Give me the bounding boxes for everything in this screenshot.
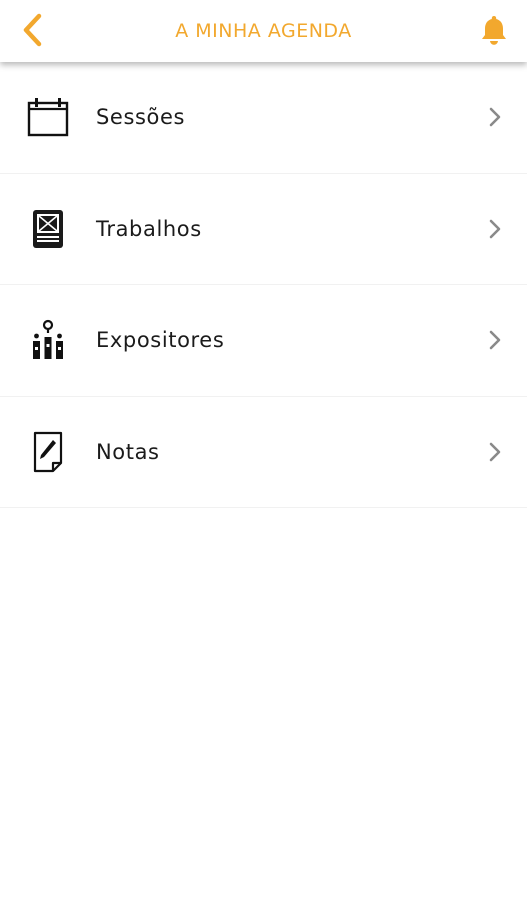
chevron-right-icon [487,105,503,129]
menu-item-label: Sessões [96,105,186,130]
note-icon [27,431,69,473]
top-app-bar: A MINHA AGENDA [0,0,527,62]
chevron-right-icon [487,440,503,464]
bell-icon [482,16,506,45]
chevron-right-icon [487,217,503,241]
page-title: A MINHA AGENDA [175,20,352,42]
menu-item-sessoes[interactable]: Sessões [0,62,527,174]
notifications-button[interactable] [473,9,515,51]
menu-item-notas[interactable]: Notas [0,397,527,508]
exhibitors-icon [27,319,69,361]
poster-icon [27,208,69,250]
menu-item-label: Expositores [96,328,225,353]
calendar-icon [27,96,69,138]
app-screen: A MINHA AGENDA Sessões Trabalhos Exposit… [0,0,527,900]
agenda-menu: Sessões Trabalhos Expositores Notas [0,62,527,508]
menu-item-label: Trabalhos [96,216,202,241]
menu-item-label: Notas [96,439,160,464]
menu-item-trabalhos[interactable]: Trabalhos [0,174,527,285]
chevron-right-icon [487,328,503,352]
menu-item-expositores[interactable]: Expositores [0,285,527,397]
